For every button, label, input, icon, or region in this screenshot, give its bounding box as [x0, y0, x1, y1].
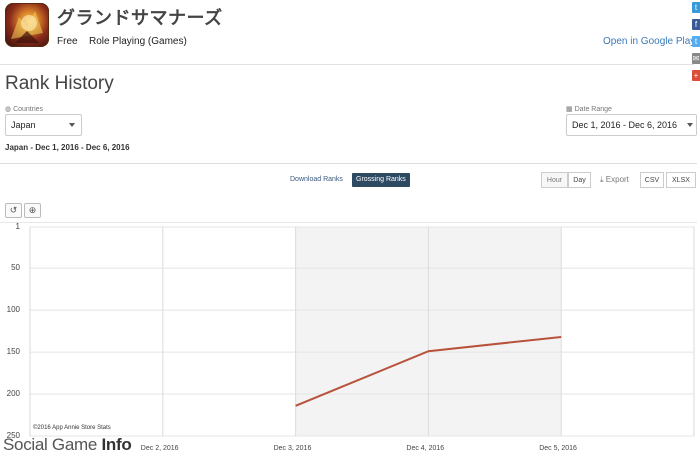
x-tick-label: Dec 5, 2016 — [539, 445, 577, 452]
x-tick-label: Dec 3, 2016 — [273, 445, 312, 452]
x-tick-label: Dec 4, 2016 — [406, 445, 445, 452]
chart-copyright: ©2016 App Annie Store Stats — [33, 425, 111, 431]
rank-chart — [29, 226, 695, 437]
y-tick-label: 100 — [6, 305, 20, 315]
watermark-logo: Social Game Info — [3, 435, 132, 454]
y-tick-label: 200 — [6, 389, 20, 399]
y-tick-label: 50 — [11, 263, 20, 273]
y-tick-label: 1 — [15, 222, 20, 231]
y-tick-label: 150 — [6, 347, 20, 357]
x-tick-label: Dec 2, 2016 — [140, 445, 179, 452]
